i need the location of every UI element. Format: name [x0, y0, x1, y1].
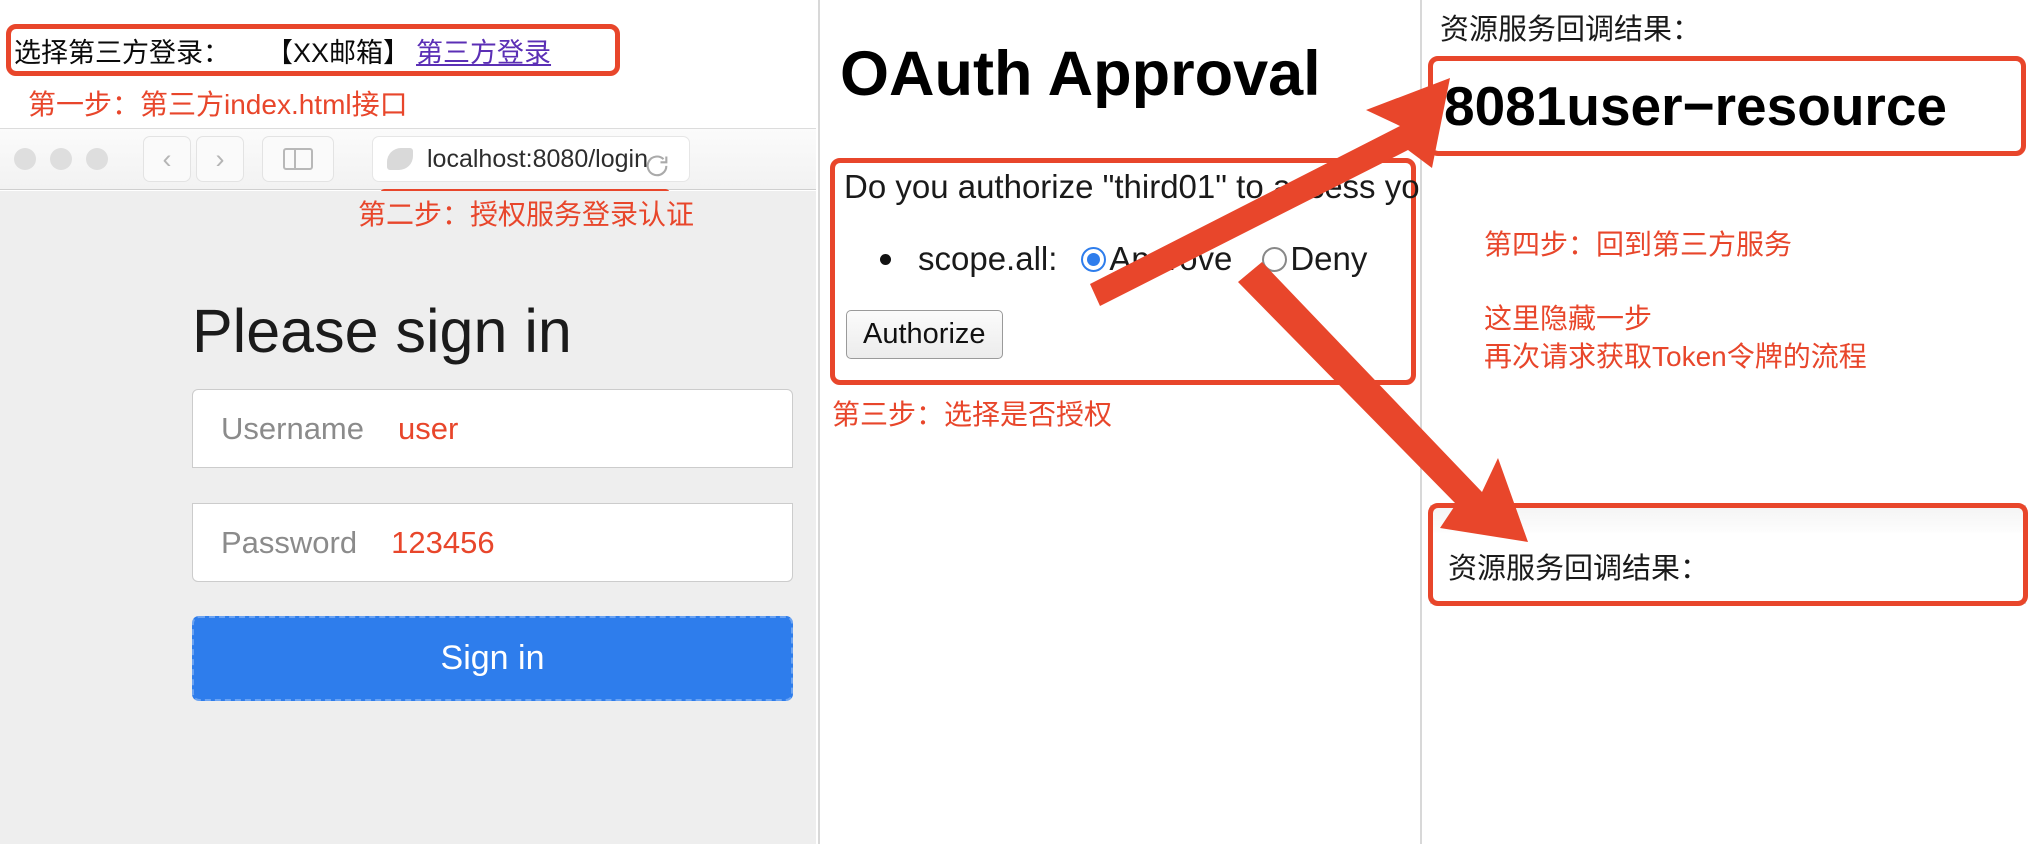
browser-toolbar: ‹ › localhost:8080/login [0, 128, 816, 198]
third-party-login-link[interactable]: 第三方登录 [416, 31, 551, 70]
third-party-login-line: 选择第三方登录： 【XX邮箱】 第三方登录 [8, 26, 616, 74]
authorize-button[interactable]: Authorize [846, 310, 1003, 359]
password-placeholder: Password [221, 524, 358, 560]
leaf-icon [387, 148, 413, 170]
window-minimize-dot[interactable] [50, 148, 72, 170]
sign-in-button[interactable]: Sign in [192, 616, 793, 701]
address-bar[interactable]: localhost:8080/login [372, 136, 690, 182]
window-zoom-dot[interactable] [86, 148, 108, 170]
annotation-step1: 第一步：第三方index.html接口 [28, 89, 408, 120]
deny-radio[interactable] [1262, 246, 1288, 272]
authorization-question: Do you authorize "third01" to access you… [844, 168, 1420, 205]
resource-result-value: 8081user−resource [1444, 75, 1948, 137]
back-button[interactable]: ‹ [143, 136, 191, 182]
address-bar-url: localhost:8080/login [427, 144, 648, 173]
resource-result-panel: 资源服务回调结果： 8081user−resource 资源服务回调结果： [1420, 0, 2030, 844]
annotation-step4: 第四步：回到第三方服务 [1484, 229, 1793, 260]
resource-result-title-top: 资源服务回调结果： [1440, 14, 1702, 46]
annotation-step3: 第三步：选择是否授权 [832, 399, 1113, 430]
username-placeholder: Username [221, 410, 364, 446]
list-bullet-icon [880, 253, 891, 265]
deny-label[interactable]: Deny [1290, 240, 1367, 278]
login-page: Please sign in Username user Password 12… [0, 191, 816, 844]
oauth-approval-title: OAuth Approval [840, 39, 1321, 109]
chevron-right-icon: › [215, 143, 225, 174]
reload-icon[interactable] [643, 153, 671, 181]
chevron-left-icon: ‹ [162, 143, 172, 174]
username-input[interactable]: Username user [192, 389, 793, 468]
scope-row: scope.all: Approve Deny [880, 240, 1367, 278]
window-control-dots [14, 148, 108, 170]
sidebar-toggle-icon [283, 148, 313, 170]
approve-radio[interactable] [1081, 246, 1107, 272]
password-input[interactable]: Password 123456 [192, 503, 793, 582]
annotation-step2: 第二步：授权服务登录认证 [358, 199, 695, 230]
annotation-hidden-step: 这里隐藏一步 再次请求获取Token令牌的流程 [1484, 303, 1867, 372]
resource-result-title-bottom: 资源服务回调结果： [1448, 553, 1710, 585]
forward-button[interactable]: › [196, 136, 244, 182]
window-close-dot[interactable] [14, 148, 36, 170]
approve-label[interactable]: Approve [1109, 240, 1232, 278]
password-value-annotation: 123456 [391, 524, 495, 560]
page-title: Please sign in [192, 297, 572, 365]
third-party-provider-label: 【XX邮箱】 [266, 37, 411, 68]
username-value-annotation: user [398, 410, 459, 446]
sidebar-toggle-button[interactable] [262, 136, 334, 182]
third-party-browser-panel: 选择第三方登录： 【XX邮箱】 第三方登录 第一步：第三方index.html接… [0, 0, 816, 844]
scope-label: scope.all: [918, 240, 1058, 277]
third-party-login-label: 选择第三方登录： [14, 37, 230, 68]
